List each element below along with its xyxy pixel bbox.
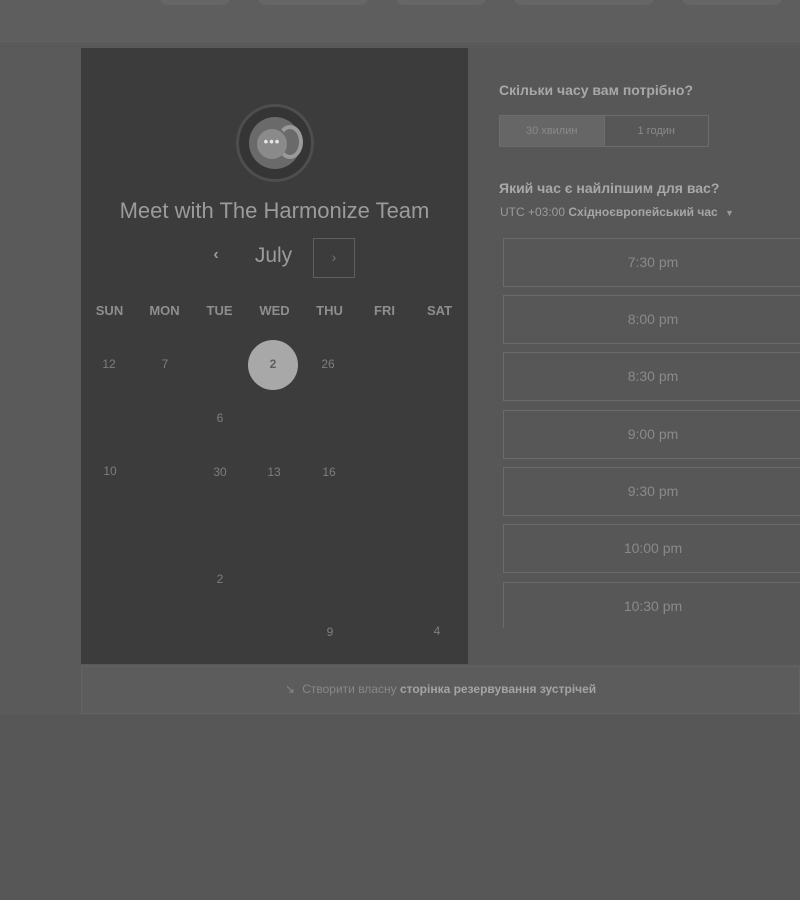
pointer-icon: ↘ <box>284 682 295 696</box>
weekday-sat: SAT <box>426 303 453 318</box>
timezone-name: Східноєвропейський час <box>568 205 718 219</box>
weekday-wed: WED <box>259 303 290 318</box>
calendar-day[interactable]: 7 <box>140 352 190 376</box>
blurred-header <box>160 0 800 10</box>
duration-option-30min[interactable]: 30 хвилин <box>500 116 605 146</box>
booking-widget: ••• Meet with The Harmonize Team ‹ July … <box>81 48 800 664</box>
weekday-fri: FRI <box>374 303 395 318</box>
caret-down-icon: ▼ <box>725 208 734 218</box>
create-booking-page-link[interactable]: сторінка резервування зустрічей <box>400 682 596 696</box>
calendar-day[interactable]: 30 <box>195 460 245 484</box>
top-bar <box>0 0 800 42</box>
month-label: July <box>254 244 293 267</box>
time-slot[interactable]: 9:30 pm <box>503 467 800 516</box>
time-slot[interactable]: 10:00 pm <box>503 524 800 573</box>
month-navigation: ‹ July › <box>81 238 468 278</box>
team-logo: ••• <box>236 104 314 182</box>
calendar-day[interactable]: 4 <box>412 619 462 643</box>
duration-selector: 30 хвилин 1 годин <box>499 115 709 147</box>
weekday-header: SUN MON TUE WED THU FRI SAT <box>81 303 468 323</box>
footer-bar: ↘ Створити власну сторінка резервування … <box>81 666 800 714</box>
footer-prefix: Створити власну <box>302 682 397 696</box>
duration-option-1h[interactable]: 1 годин <box>605 116 709 146</box>
timezone-offset: UTC +03:00 <box>500 205 566 219</box>
time-slot[interactable]: 8:00 pm <box>503 295 800 344</box>
chevron-left-icon: ‹ <box>213 246 219 263</box>
calendar-day-selected[interactable]: 2 <box>248 340 298 390</box>
calendar-day[interactable]: 2 <box>195 567 245 591</box>
meeting-title: Meet with The Harmonize Team <box>119 198 430 223</box>
time-slot[interactable]: 10:30 pm <box>503 582 800 628</box>
weekday-mon: MON <box>149 303 180 318</box>
weekday-thu: THU <box>316 303 343 318</box>
calendar-panel: ••• Meet with The Harmonize Team ‹ July … <box>81 48 468 664</box>
prev-month-button[interactable]: ‹ <box>201 246 231 268</box>
chevron-right-icon: › <box>331 249 337 265</box>
time-slot-list[interactable]: 7:30 pm 8:00 pm 8:30 pm 9:00 pm 9:30 pm … <box>503 238 800 628</box>
next-month-button[interactable]: › <box>313 238 355 278</box>
duration-question: Скільки часу вам потрібно? <box>499 82 694 98</box>
calendar-day[interactable]: 9 <box>305 620 355 644</box>
scheduling-panel: Скільки часу вам потрібно? 30 хвилин 1 г… <box>468 48 800 664</box>
calendar-day[interactable]: 13 <box>249 460 299 484</box>
timezone-selector[interactable]: UTC +03:00 Східноєвропейський час ▼ <box>500 205 734 219</box>
time-slot[interactable]: 8:30 pm <box>503 352 800 401</box>
page-backdrop <box>0 715 800 900</box>
calendar-day[interactable]: 12 <box>84 352 134 376</box>
weekday-sun: SUN <box>95 303 124 318</box>
calendar-day[interactable]: 26 <box>303 352 353 376</box>
chat-bubble-logo-icon: ••• <box>249 117 303 169</box>
time-slot[interactable]: 7:30 pm <box>503 238 800 287</box>
time-question: Який час є найліпшим для вас? <box>499 180 720 196</box>
weekday-tue: TUE <box>206 303 233 318</box>
calendar-day[interactable]: 10 <box>85 459 135 483</box>
calendar-day[interactable]: 6 <box>195 406 245 430</box>
logo-dots: ••• <box>257 129 287 159</box>
calendar-day[interactable]: 16 <box>304 460 354 484</box>
time-slot[interactable]: 9:00 pm <box>503 410 800 459</box>
